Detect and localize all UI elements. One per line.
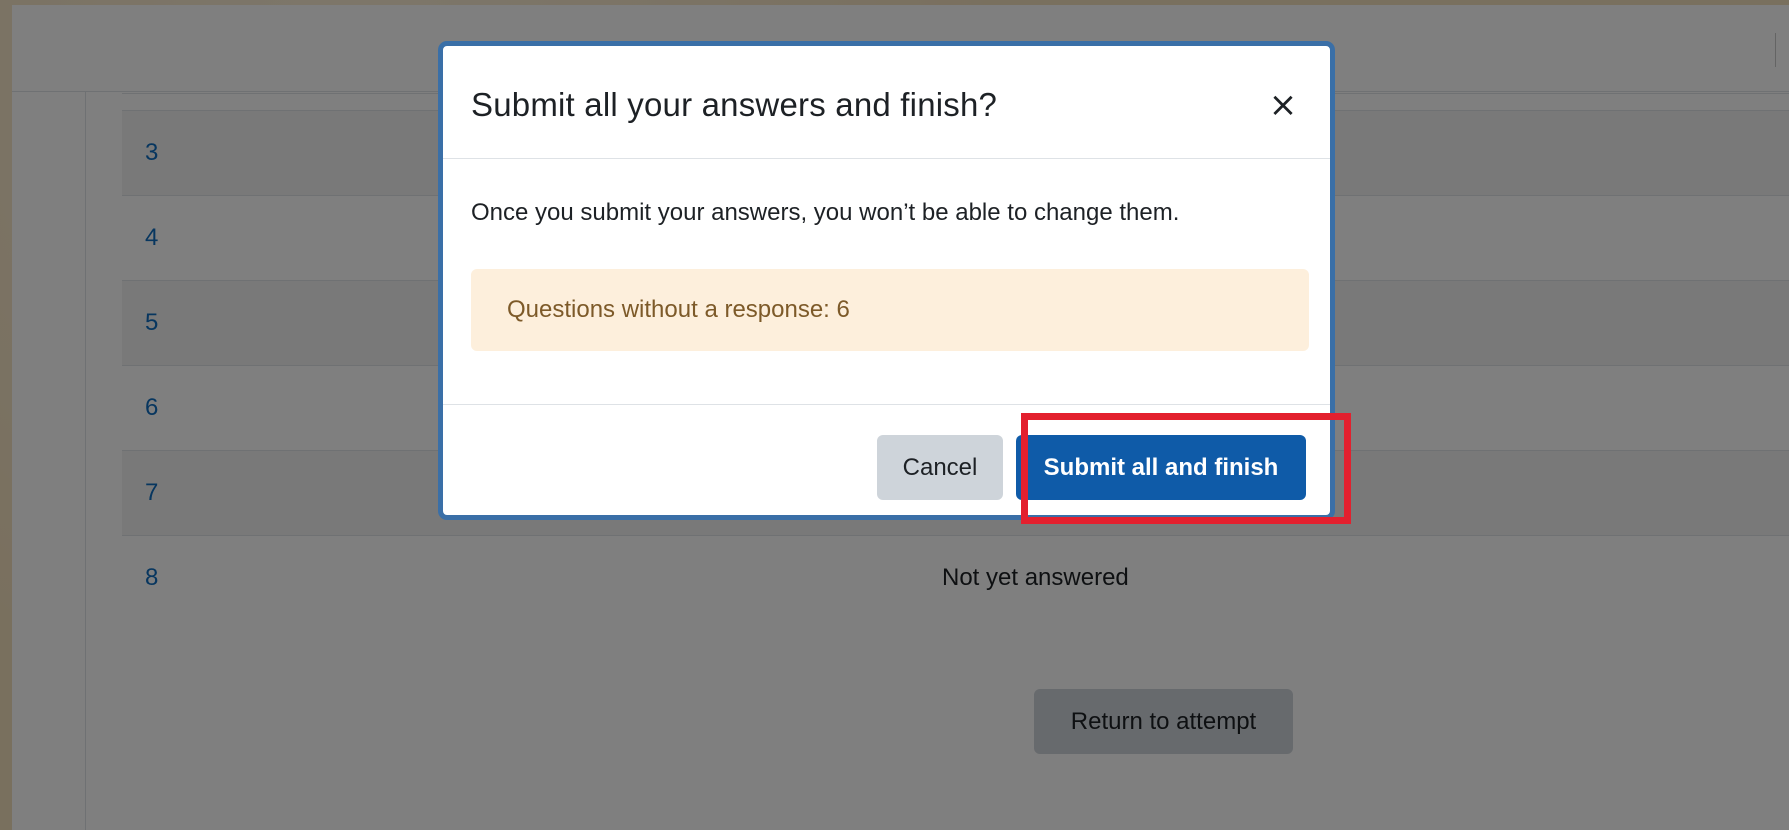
- modal-message: Once you submit your answers, you won’t …: [471, 199, 1180, 226]
- modal-footer: Cancel Submit all and finish: [443, 405, 1330, 515]
- modal-title: Submit all your answers and finish?: [471, 86, 998, 123]
- close-icon[interactable]: ×: [1268, 88, 1298, 122]
- unanswered-warning-text: Questions without a response: 6: [507, 296, 850, 323]
- unanswered-warning: Questions without a response: 6: [471, 269, 1309, 351]
- submit-all-and-finish-button[interactable]: Submit all and finish: [1016, 435, 1306, 500]
- submit-confirmation-dialog: Submit all your answers and finish? × On…: [438, 41, 1335, 520]
- modal-body: Once you submit your answers, you won’t …: [443, 159, 1330, 405]
- modal-header: Submit all your answers and finish? ×: [443, 46, 1330, 159]
- cancel-button[interactable]: Cancel: [877, 435, 1003, 500]
